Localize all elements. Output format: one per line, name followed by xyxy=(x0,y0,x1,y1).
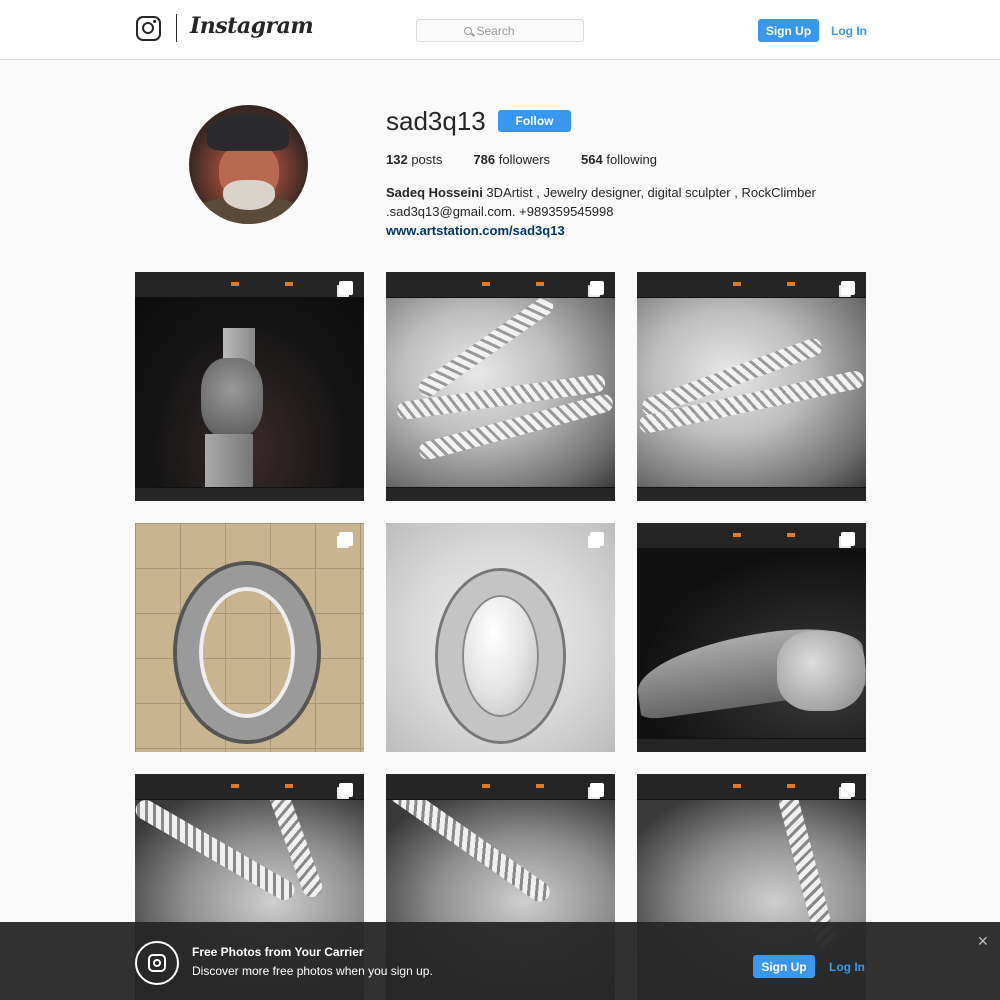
bio-contact: .sad3q13@gmail.com. +989359545998 xyxy=(386,204,614,219)
instagram-wordmark[interactable]: Instagram xyxy=(190,13,314,39)
search-icon xyxy=(463,26,472,35)
search-box[interactable] xyxy=(416,19,584,42)
multiple-posts-icon xyxy=(590,532,604,546)
post-tile[interactable] xyxy=(386,523,615,752)
banner-log-in-link[interactable]: Log In xyxy=(829,960,865,974)
posts-stat: 132 posts xyxy=(386,152,443,167)
follow-button[interactable]: Follow xyxy=(498,110,571,132)
followers-stat[interactable]: 786 followers xyxy=(473,152,550,167)
post-tile[interactable] xyxy=(386,272,615,501)
post-tile[interactable] xyxy=(637,272,866,501)
multiple-posts-icon xyxy=(339,281,353,295)
header-sign-up-button[interactable]: Sign Up xyxy=(758,19,819,42)
instagram-circle-icon xyxy=(135,941,179,985)
logo-divider xyxy=(176,14,177,42)
bio-website-link[interactable]: www.artstation.com/sad3q13 xyxy=(386,221,826,240)
multiple-posts-icon xyxy=(339,532,353,546)
signup-banner: Free Photos from Your Carrier Discover m… xyxy=(0,922,1000,1000)
banner-subtitle: Discover more free photos when you sign … xyxy=(192,964,433,978)
multiple-posts-icon xyxy=(590,281,604,295)
close-icon[interactable]: ✕ xyxy=(977,933,989,950)
multiple-posts-icon xyxy=(841,783,855,797)
following-stat[interactable]: 564 following xyxy=(581,152,657,167)
profile-avatar xyxy=(189,105,308,224)
multiple-posts-icon xyxy=(841,281,855,295)
multiple-posts-icon xyxy=(841,532,855,546)
post-tile[interactable] xyxy=(135,523,364,752)
top-nav: Instagram Sign Up Log In xyxy=(0,0,1000,60)
instagram-glyph-icon[interactable] xyxy=(136,16,161,41)
banner-sign-up-button[interactable]: Sign Up xyxy=(753,955,815,978)
profile-full-name: Sadeq Hosseini xyxy=(386,185,483,200)
banner-title: Free Photos from Your Carrier xyxy=(192,945,364,959)
header-log-in-link[interactable]: Log In xyxy=(831,24,867,38)
post-tile[interactable] xyxy=(637,523,866,752)
bio-text: 3DArtist , Jewelry designer, digital scu… xyxy=(482,185,816,200)
profile-bio: Sadeq Hosseini 3DArtist , Jewelry design… xyxy=(386,183,826,240)
profile-username: sad3q13 xyxy=(386,106,486,136)
posts-grid xyxy=(135,272,866,1000)
profile-stats: 132 posts 786 followers 564 following xyxy=(386,152,688,167)
post-tile[interactable] xyxy=(135,272,364,501)
multiple-posts-icon xyxy=(339,783,353,797)
search-input[interactable] xyxy=(476,23,537,38)
multiple-posts-icon xyxy=(590,783,604,797)
